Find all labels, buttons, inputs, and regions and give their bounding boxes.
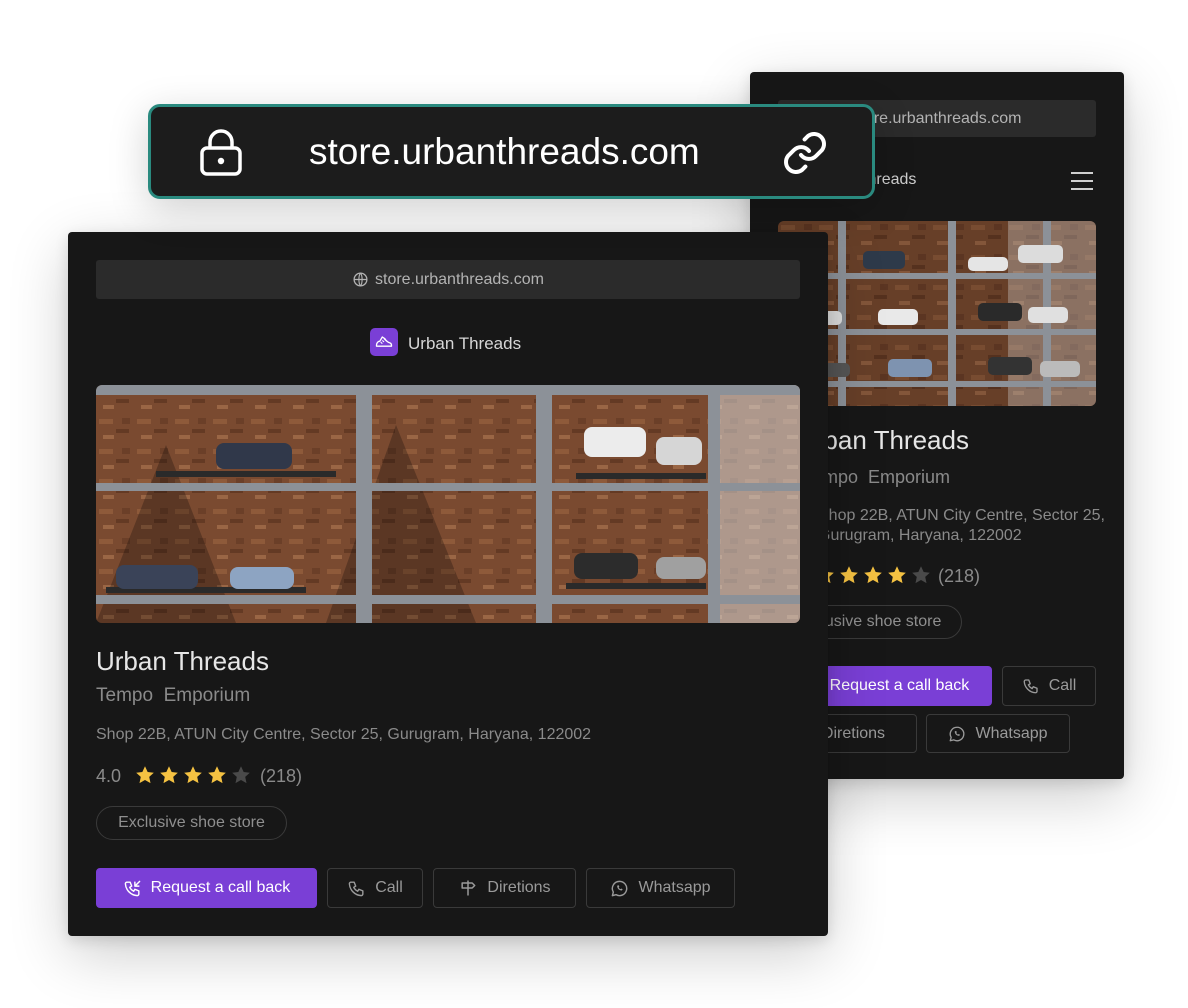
back-rating-stars — [814, 564, 932, 586]
front-request-label: Request a call back — [150, 879, 291, 896]
front-title: Urban Threads — [96, 646, 269, 676]
front-url-bar[interactable]: store.urbanthreads.com — [96, 260, 800, 299]
star-icon — [158, 764, 180, 786]
back-call-label: Call — [1048, 677, 1077, 694]
signpost-icon — [458, 878, 478, 898]
front-tag: Exclusive shoe store — [96, 806, 287, 840]
whatsapp-icon — [610, 879, 629, 898]
globe-icon — [352, 271, 369, 288]
back-whatsapp-button[interactable]: Whatsapp — [926, 714, 1070, 753]
front-call-label: Call — [375, 879, 403, 896]
star-icon — [206, 764, 228, 786]
front-whatsapp-label: Whatsapp — [638, 879, 711, 896]
brand-name: Urban Threads — [408, 334, 522, 353]
menu-icon[interactable] — [1071, 172, 1093, 190]
phone-icon — [347, 879, 366, 898]
front-store-photo — [96, 385, 800, 623]
star-icon — [134, 764, 156, 786]
whatsapp-icon — [948, 725, 966, 743]
front-subtitle: Tempo Emporium — [96, 685, 251, 706]
front-review-count: (218) — [260, 766, 303, 786]
front-request-callback-button[interactable]: Request a call back — [96, 868, 317, 908]
front-store-card: store.urbanthreads.com Urban Threads Urb… — [68, 232, 828, 936]
star-empty-icon — [910, 564, 932, 586]
hero-url-bar[interactable]: store.urbanthreads.com — [148, 104, 875, 199]
back-review-count: (218) — [938, 566, 981, 586]
back-whatsapp-label: Whatsapp — [975, 724, 1048, 742]
brand-logo — [370, 328, 398, 356]
back-url-text: store.urbanthreads.com — [852, 109, 1022, 127]
back-directions-label: Diretions — [821, 724, 886, 742]
front-rating-stars — [134, 764, 252, 786]
link-icon[interactable] — [781, 129, 829, 177]
front-directions-button[interactable]: Diretions — [433, 868, 576, 908]
front-tag-label: Exclusive shoe store — [118, 814, 265, 831]
front-url-text: store.urbanthreads.com — [375, 270, 544, 288]
star-empty-icon — [230, 764, 252, 786]
star-icon — [182, 764, 204, 786]
front-address: Shop 22B, ATUN City Centre, Sector 25, G… — [96, 726, 592, 743]
front-rating-value: 4.0 — [96, 766, 122, 786]
lock-icon — [200, 129, 242, 176]
back-request-label: Request a call back — [829, 677, 970, 694]
star-icon — [862, 564, 884, 586]
star-icon — [886, 564, 908, 586]
phone-icon — [1022, 677, 1040, 695]
back-call-button[interactable]: Call — [1002, 666, 1096, 706]
front-directions-label: Diretions — [487, 879, 551, 896]
shoe-icon — [375, 336, 393, 347]
hero-url-text: store.urbanthreads.com — [309, 131, 700, 172]
back-address-line1: Shop 22B, ATUN City Centre, Sector 25, — [818, 507, 1105, 524]
front-call-button[interactable]: Call — [327, 868, 423, 908]
phone-incoming-icon — [123, 879, 142, 898]
back-address-line2: Gurugram, Haryana, 122002 — [818, 527, 1022, 544]
front-whatsapp-button[interactable]: Whatsapp — [586, 868, 735, 908]
star-icon — [838, 564, 860, 586]
